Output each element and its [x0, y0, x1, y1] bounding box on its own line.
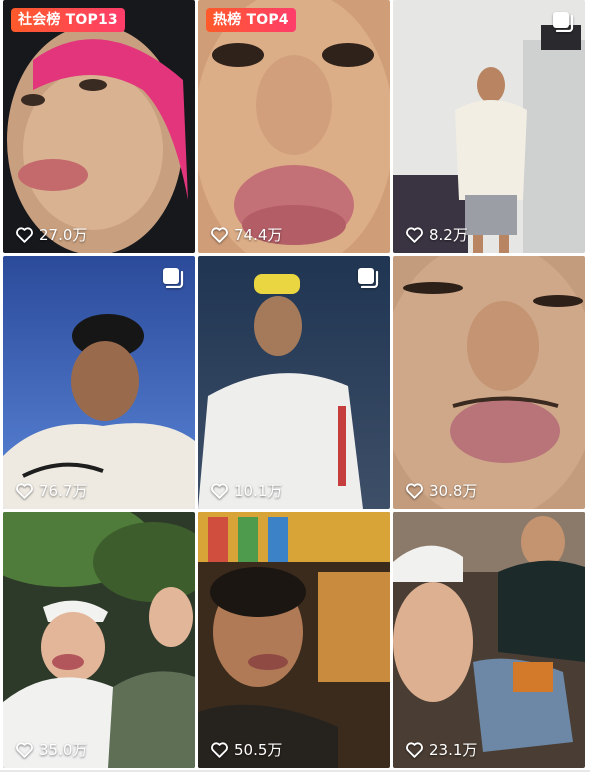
like-count-text: 76.7万: [39, 482, 88, 500]
video-tile-2[interactable]: 热榜 TOP4 74.4万: [198, 0, 390, 253]
video-tile-4[interactable]: 76.7万: [3, 256, 195, 509]
video-thumbnail: [393, 512, 585, 768]
multi-image-icon: [358, 268, 379, 288]
heart-outline-icon: [406, 227, 423, 243]
heart-outline-icon: [211, 483, 228, 499]
video-grid: 社会榜 TOP13 27.0万 热榜 TOP4 74.4万 8.2万 76.7万…: [3, 0, 585, 768]
video-thumbnail: [3, 0, 195, 253]
video-tile-7[interactable]: 35.0万: [3, 512, 195, 768]
heart-outline-icon: [406, 742, 423, 758]
video-tile-3[interactable]: 8.2万: [393, 0, 585, 253]
video-thumbnail: [198, 256, 390, 509]
heart-outline-icon: [211, 227, 228, 243]
video-thumbnail: [393, 0, 585, 253]
heart-outline-icon: [16, 742, 33, 758]
multi-image-icon: [163, 268, 184, 288]
like-count: 35.0万: [15, 739, 87, 760]
like-count: 50.5万: [210, 739, 282, 760]
heart-outline-icon: [16, 483, 33, 499]
like-count-text: 74.4万: [234, 226, 283, 244]
like-count: 30.8万: [405, 480, 477, 501]
like-count-text: 50.5万: [234, 741, 283, 759]
video-tile-8[interactable]: 50.5万: [198, 512, 390, 768]
ranking-badge: 热榜 TOP4: [206, 8, 296, 32]
like-count: 27.0万: [15, 224, 87, 245]
heart-outline-icon: [16, 227, 33, 243]
video-tile-6[interactable]: 30.8万: [393, 256, 585, 509]
like-count: 76.7万: [15, 480, 87, 501]
like-count-text: 10.1万: [234, 482, 283, 500]
video-thumbnail: [393, 256, 585, 509]
like-count: 10.1万: [210, 480, 282, 501]
like-count-text: 30.8万: [429, 482, 478, 500]
like-count-text: 27.0万: [39, 226, 88, 244]
video-tile-9[interactable]: 23.1万: [393, 512, 585, 768]
video-thumbnail: [198, 512, 390, 768]
ranking-badge: 社会榜 TOP13: [11, 8, 125, 32]
like-count: 8.2万: [405, 224, 468, 245]
video-thumbnail: [3, 512, 195, 768]
like-count-text: 23.1万: [429, 741, 478, 759]
like-count: 23.1万: [405, 739, 477, 760]
multi-image-icon: [553, 12, 574, 32]
video-tile-1[interactable]: 社会榜 TOP13 27.0万: [3, 0, 195, 253]
like-count: 74.4万: [210, 224, 282, 245]
video-tile-5[interactable]: 10.1万: [198, 256, 390, 509]
like-count-text: 8.2万: [429, 226, 468, 244]
like-count-text: 35.0万: [39, 741, 88, 759]
heart-outline-icon: [406, 483, 423, 499]
video-thumbnail: [198, 0, 390, 253]
video-thumbnail: [3, 256, 195, 509]
heart-outline-icon: [211, 742, 228, 758]
